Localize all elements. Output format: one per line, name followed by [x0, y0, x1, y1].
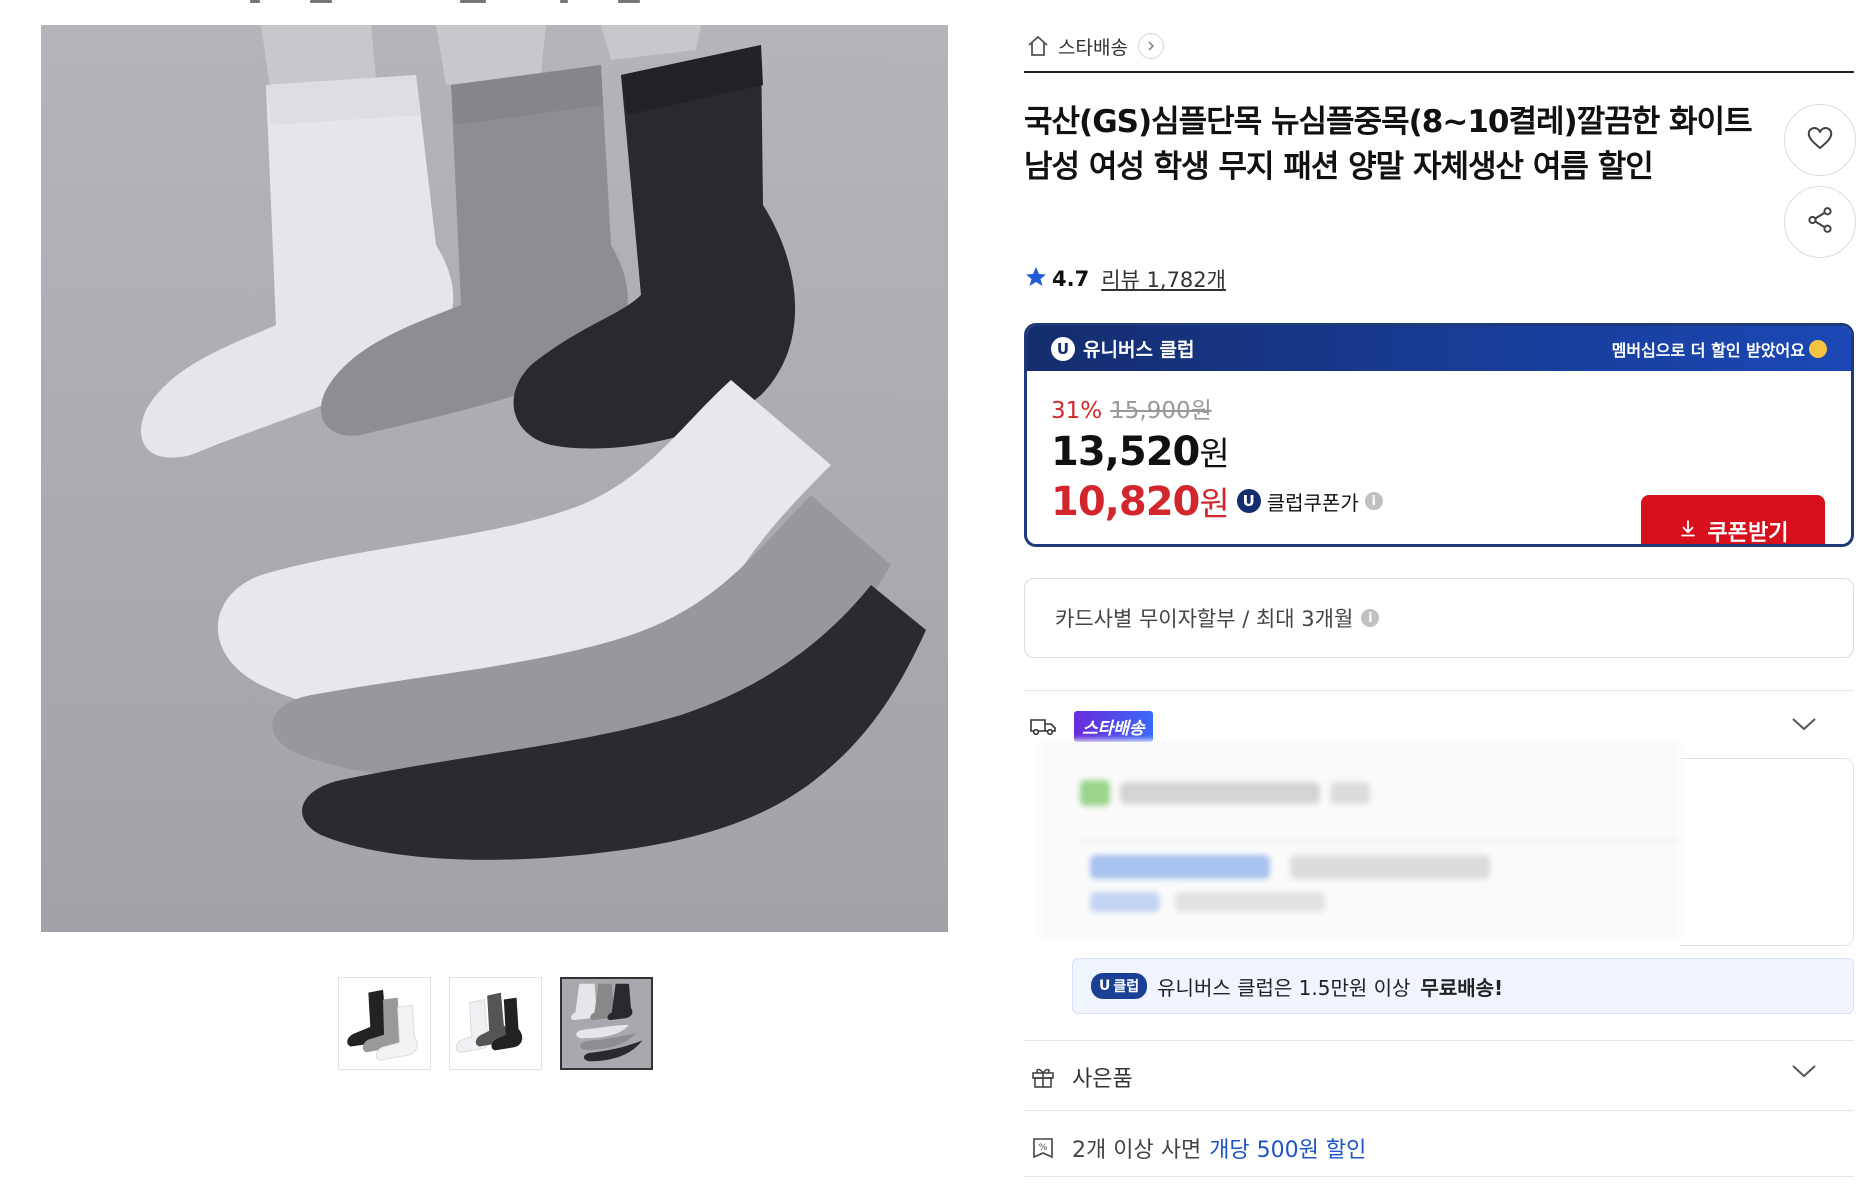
rating-row: 4.7 리뷰 1,782개	[1024, 264, 1226, 294]
blurred-delivery-details	[1040, 740, 1680, 940]
review-label: 리뷰	[1101, 268, 1140, 292]
breadcrumb[interactable]: 스타배송	[1024, 30, 1164, 62]
chevron-down-icon[interactable]	[1790, 714, 1818, 738]
coupon-price-value: 10,820	[1051, 479, 1200, 525]
thumbnail-list	[338, 977, 653, 1070]
star-delivery-badge: 스타배송	[1074, 710, 1153, 742]
gift-label: 사은품	[1072, 1067, 1133, 1092]
multi-buy-discount: % 2개 이상 사면 개당 500원 할인	[1024, 1126, 1854, 1170]
discount-row: 31% 15,900원	[1051, 391, 1827, 425]
clap-icon	[1809, 339, 1827, 358]
chevron-right-icon	[1137, 33, 1164, 59]
header-divider	[1024, 71, 1854, 73]
info-icon[interactable]: i	[1364, 492, 1383, 510]
pill-text: 클럽	[1113, 979, 1140, 995]
chevron-down-icon[interactable]	[1790, 1061, 1818, 1087]
download-icon	[1678, 518, 1698, 544]
coupon-label: U 클럽쿠폰가 i	[1236, 487, 1383, 516]
truck-icon	[1028, 711, 1058, 741]
thumbnail-3[interactable]	[560, 977, 653, 1070]
price-box: U 유니버스 클럽 멤버십으로 더 할인 받았어요 31% 15,900원 13…	[1024, 323, 1854, 547]
member-message-text: 멤버십으로 더 할인 받았어요	[1611, 340, 1805, 360]
thumbnail-1[interactable]	[338, 977, 431, 1070]
cropped-top-content	[0, 0, 1000, 10]
thumbnail-2[interactable]	[449, 977, 542, 1070]
gift-icon	[1028, 1062, 1058, 1092]
section-divider	[1024, 1110, 1854, 1111]
multi-buy-highlight: 개당 500원 할인	[1209, 1138, 1367, 1163]
installment-info[interactable]: 카드사별 무이자할부 / 최대 3개월 i	[1024, 578, 1854, 658]
club-name: 유니버스 클럽	[1083, 339, 1195, 361]
sale-price-unit: 원	[1199, 434, 1229, 473]
section-divider	[1024, 1040, 1854, 1041]
universe-club-logo-small: U	[1236, 489, 1261, 513]
coupon-price-unit: 원	[1199, 484, 1229, 523]
free-shipping-bold: 무료배송!	[1420, 975, 1504, 1000]
product-title: 국산(GS)심플단목 뉴심플중목(8~10켤레)깔끔한 화이트 남성 여성 학생…	[1024, 104, 1753, 185]
universe-club-pill: U 클럽	[1091, 973, 1148, 999]
delivery-card-edge	[1680, 758, 1854, 946]
home-icon	[1024, 32, 1052, 60]
price-body: 31% 15,900원 13,520원 10,820원 U 클럽쿠폰가 i 쿠폰…	[1027, 371, 1851, 546]
discount-rate: 31%	[1051, 398, 1103, 424]
get-coupon-button[interactable]: 쿠폰받기	[1641, 495, 1825, 546]
main-product-image[interactable]	[41, 25, 948, 932]
member-message: 멤버십으로 더 할인 받았어요	[1612, 337, 1827, 361]
free-shipping-banner: U 클럽 유니버스 클럽은 1.5만원 이상 무료배송!	[1072, 958, 1854, 1014]
gift-row[interactable]: 사은품	[1024, 1055, 1854, 1099]
installment-text: 카드사별 무이자할부 / 최대 3개월	[1055, 607, 1354, 631]
coupon-price: 10,820원	[1051, 477, 1230, 525]
get-coupon-label: 쿠폰받기	[1707, 521, 1789, 546]
section-divider	[1024, 690, 1854, 691]
universe-club-logo: U	[1051, 336, 1075, 361]
info-icon[interactable]: i	[1361, 609, 1380, 627]
star-icon	[1024, 265, 1048, 294]
sale-price: 13,520원	[1051, 427, 1827, 475]
breadcrumb-label: 스타배송	[1058, 36, 1128, 59]
club-header: U 유니버스 클럽 멤버십으로 더 할인 받았어요	[1027, 326, 1851, 371]
coupon-icon: %	[1028, 1133, 1058, 1163]
sale-price-value: 13,520	[1051, 429, 1200, 475]
heart-icon	[1805, 123, 1835, 157]
rating-score: 4.7	[1052, 267, 1090, 291]
svg-text:%: %	[1039, 1143, 1048, 1153]
original-price: 15,900원	[1110, 398, 1212, 424]
multi-buy-text: 2개 이상 사면	[1072, 1138, 1202, 1163]
review-link[interactable]: 리뷰 1,782개	[1101, 264, 1226, 294]
wishlist-button[interactable]	[1784, 104, 1856, 176]
share-icon	[1805, 205, 1835, 239]
share-button[interactable]	[1784, 186, 1856, 258]
coupon-label-text: 클럽쿠폰가	[1266, 490, 1359, 515]
pill-u: U	[1099, 978, 1111, 994]
free-shipping-text: 유니버스 클럽은 1.5만원 이상	[1157, 975, 1411, 1000]
section-divider	[1024, 1176, 1854, 1177]
club-title: U 유니버스 클럽	[1051, 335, 1195, 362]
review-count: 1,782개	[1146, 268, 1226, 292]
